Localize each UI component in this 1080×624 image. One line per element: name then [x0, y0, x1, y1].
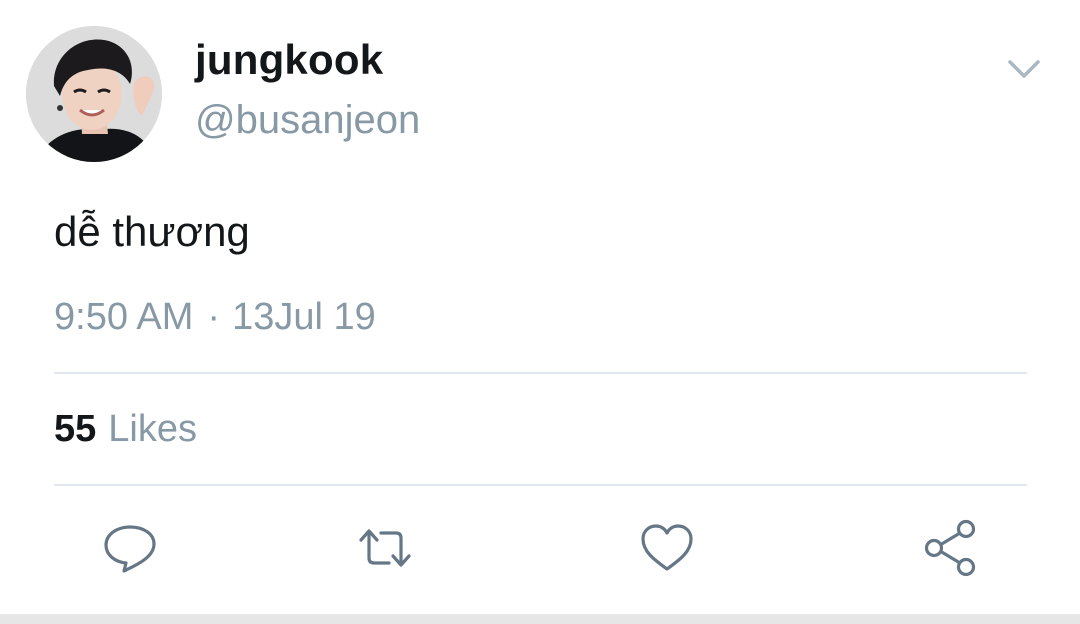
- likes-label: Likes: [108, 408, 197, 450]
- like-button[interactable]: [637, 518, 697, 578]
- heart-icon: [641, 524, 693, 571]
- retweet-button[interactable]: [355, 518, 415, 578]
- reply-icon: [104, 525, 156, 573]
- share-button[interactable]: [920, 518, 980, 578]
- likes-stat[interactable]: 55 Likes: [54, 408, 197, 451]
- tweet-card: jungkook @busanjeon dễ thương 9:50 AM · 13…: [0, 0, 1080, 614]
- tweet-time: 9:50 AM: [54, 296, 194, 338]
- profile-photo: [26, 26, 162, 162]
- chevron-down-icon: [1008, 60, 1040, 78]
- tweet-timestamp: 9:50 AM · 13Jul 19: [54, 296, 376, 339]
- share-icon: [924, 519, 976, 577]
- reply-button[interactable]: [100, 518, 160, 578]
- tweet-menu-button[interactable]: [1004, 52, 1044, 86]
- avatar[interactable]: [26, 26, 162, 162]
- bottom-separator-bar: [0, 614, 1080, 624]
- tweet-text: dễ thương: [54, 208, 250, 255]
- retweet-icon: [359, 529, 411, 567]
- likes-count: 55: [54, 408, 97, 450]
- author-display-name[interactable]: jungkook: [195, 36, 383, 84]
- divider: [54, 372, 1027, 374]
- divider: [54, 484, 1027, 486]
- tweet-date: 13Jul 19: [232, 296, 376, 338]
- meta-separator: ·: [207, 296, 221, 338]
- author-handle[interactable]: @busanjeon: [195, 98, 420, 143]
